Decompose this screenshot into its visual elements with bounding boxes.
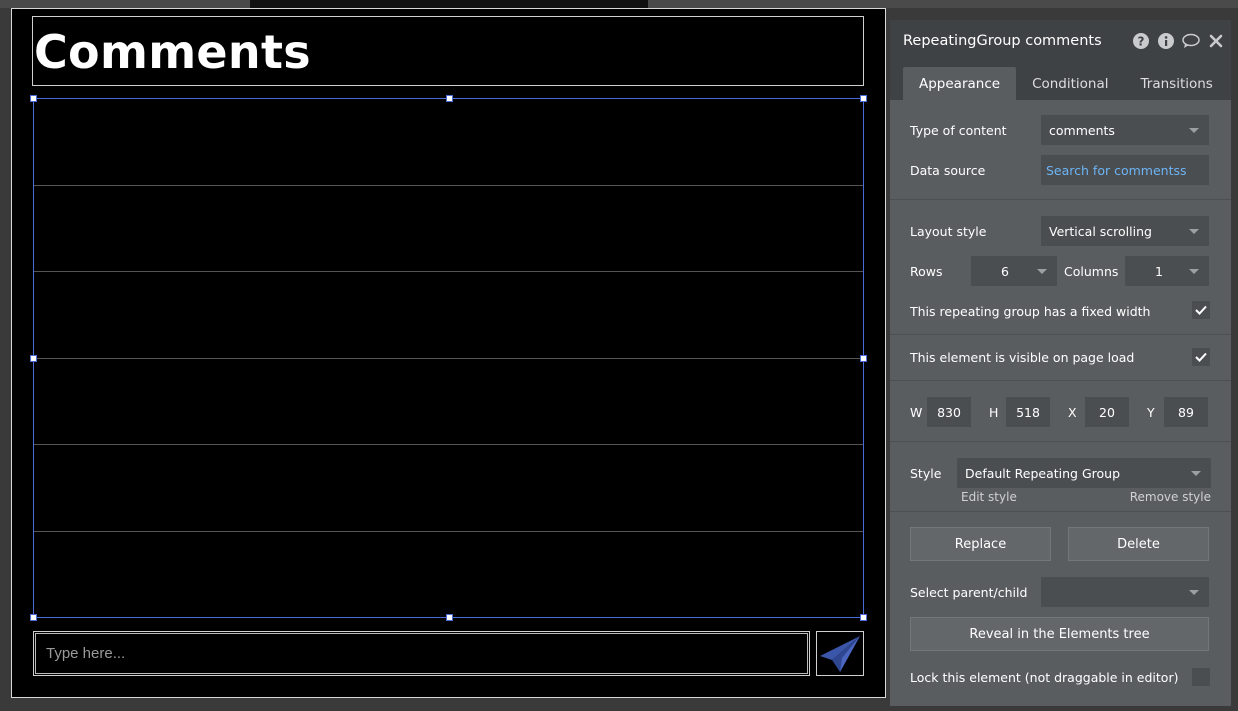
tab-transitions[interactable]: Transitions xyxy=(1125,67,1229,100)
close-icon[interactable] xyxy=(1207,32,1225,50)
chevron-down-icon xyxy=(1189,128,1199,133)
chevron-down-icon xyxy=(1191,471,1201,476)
height-input[interactable]: 518 xyxy=(1006,397,1050,427)
rg-cell-divider xyxy=(34,531,863,532)
rows-label: Rows xyxy=(910,264,943,279)
layout-section: Layout style Vertical scrolling Rows 6 C… xyxy=(890,200,1231,335)
title-text-element[interactable]: Comments xyxy=(32,16,864,86)
property-editor-panel: RepeatingGroup comments ? Appearance Con… xyxy=(890,20,1231,706)
resize-handle-top-right[interactable] xyxy=(860,95,867,102)
type-of-content-label: Type of content xyxy=(910,123,1007,138)
info-icon[interactable] xyxy=(1157,32,1175,50)
panel-tabs: Appearance Conditional Transitions xyxy=(890,62,1231,100)
reveal-in-elements-tree-button[interactable]: Reveal in the Elements tree xyxy=(910,617,1209,651)
fixed-width-label: This repeating group has a fixed width xyxy=(910,304,1151,319)
x-input[interactable]: 20 xyxy=(1085,397,1129,427)
data-source-expression[interactable]: Search for commentss xyxy=(1046,163,1187,178)
y-input[interactable]: 89 xyxy=(1164,397,1208,427)
layout-style-value: Vertical scrolling xyxy=(1049,223,1152,239)
content-section: Type of content comments Data source Sea… xyxy=(890,100,1231,200)
remove-style-link[interactable]: Remove style xyxy=(1130,490,1211,504)
type-of-content-dropdown[interactable]: comments xyxy=(1041,115,1209,145)
canvas-page[interactable]: Comments Type here... xyxy=(11,8,886,698)
chevron-down-icon xyxy=(1037,269,1047,274)
checkmark-icon xyxy=(1195,352,1207,362)
svg-text:?: ? xyxy=(1138,35,1145,49)
width-label: W xyxy=(910,405,923,420)
edit-style-link[interactable]: Edit style xyxy=(961,490,1017,504)
comment-input[interactable]: Type here... xyxy=(35,633,808,674)
chevron-down-icon xyxy=(1189,590,1199,595)
resize-handle-bottom[interactable] xyxy=(446,614,453,621)
panel-title: RepeatingGroup comments xyxy=(903,33,1102,49)
layout-style-label: Layout style xyxy=(910,224,987,239)
width-input[interactable]: 830 xyxy=(927,397,971,427)
type-of-content-value: comments xyxy=(1049,122,1115,138)
lock-element-label: Lock this element (not draggable in edit… xyxy=(910,670,1179,685)
select-parent-child-dropdown[interactable] xyxy=(1041,577,1209,607)
resize-handle-top-left[interactable] xyxy=(30,95,37,102)
rg-cell-divider xyxy=(34,185,863,186)
resize-handle-top[interactable] xyxy=(446,95,453,102)
data-source-field[interactable]: Search for commentss xyxy=(1041,155,1209,185)
columns-dropdown[interactable]: 1 xyxy=(1125,256,1209,286)
resize-handle-right[interactable] xyxy=(860,355,867,362)
resize-handle-bottom-left[interactable] xyxy=(30,614,37,621)
rows-dropdown[interactable]: 6 xyxy=(971,256,1057,286)
height-label: H xyxy=(989,405,999,420)
panel-header: RepeatingGroup comments ? xyxy=(890,20,1231,62)
rg-cell-divider xyxy=(34,358,863,359)
resize-handle-bottom-right[interactable] xyxy=(860,614,867,621)
page-title: Comments xyxy=(34,25,311,79)
style-section: Style Default Repeating Group Edit style… xyxy=(890,442,1231,512)
x-label: X xyxy=(1068,405,1077,420)
replace-button[interactable]: Replace xyxy=(910,527,1051,561)
top-bar-dark-segment xyxy=(250,0,648,8)
paper-plane-icon xyxy=(820,635,860,672)
chevron-down-icon xyxy=(1189,269,1199,274)
style-dropdown[interactable]: Default Repeating Group xyxy=(957,458,1211,488)
rg-cell-divider xyxy=(34,444,863,445)
fixed-width-checkbox[interactable] xyxy=(1192,301,1210,319)
send-button[interactable] xyxy=(816,631,864,676)
comment-input-element[interactable]: Type here... xyxy=(33,631,810,676)
chevron-down-icon xyxy=(1189,229,1199,234)
checkmark-icon xyxy=(1195,305,1207,315)
rg-cell-divider xyxy=(34,271,863,272)
visible-on-load-checkbox[interactable] xyxy=(1192,348,1210,366)
data-source-label: Data source xyxy=(910,163,986,178)
visible-on-load-label: This element is visible on page load xyxy=(910,350,1135,365)
lock-element-checkbox[interactable] xyxy=(1192,668,1210,686)
rows-value: 6 xyxy=(1001,263,1009,279)
editor-top-strip xyxy=(0,0,1238,8)
comment-icon[interactable] xyxy=(1182,32,1200,50)
help-icon[interactable]: ? xyxy=(1132,32,1150,50)
style-label: Style xyxy=(910,466,942,481)
select-parent-child-label: Select parent/child xyxy=(910,585,1028,600)
resize-handle-left[interactable] xyxy=(30,355,37,362)
tab-appearance[interactable]: Appearance xyxy=(903,67,1017,100)
layout-style-dropdown[interactable]: Vertical scrolling xyxy=(1041,216,1209,246)
repeating-group-comments[interactable] xyxy=(30,95,867,621)
visibility-section: This element is visible on page load xyxy=(890,335,1231,381)
tab-conditional[interactable]: Conditional xyxy=(1016,67,1124,100)
delete-button[interactable]: Delete xyxy=(1068,527,1209,561)
dimensions-section: W 830 H 518 X 20 Y 89 xyxy=(890,381,1231,442)
style-value: Default Repeating Group xyxy=(965,465,1121,481)
columns-value: 1 xyxy=(1155,263,1163,279)
actions-section: Replace Delete Select parent/child Revea… xyxy=(890,512,1231,686)
columns-label: Columns xyxy=(1064,264,1119,279)
y-label: Y xyxy=(1147,405,1155,420)
